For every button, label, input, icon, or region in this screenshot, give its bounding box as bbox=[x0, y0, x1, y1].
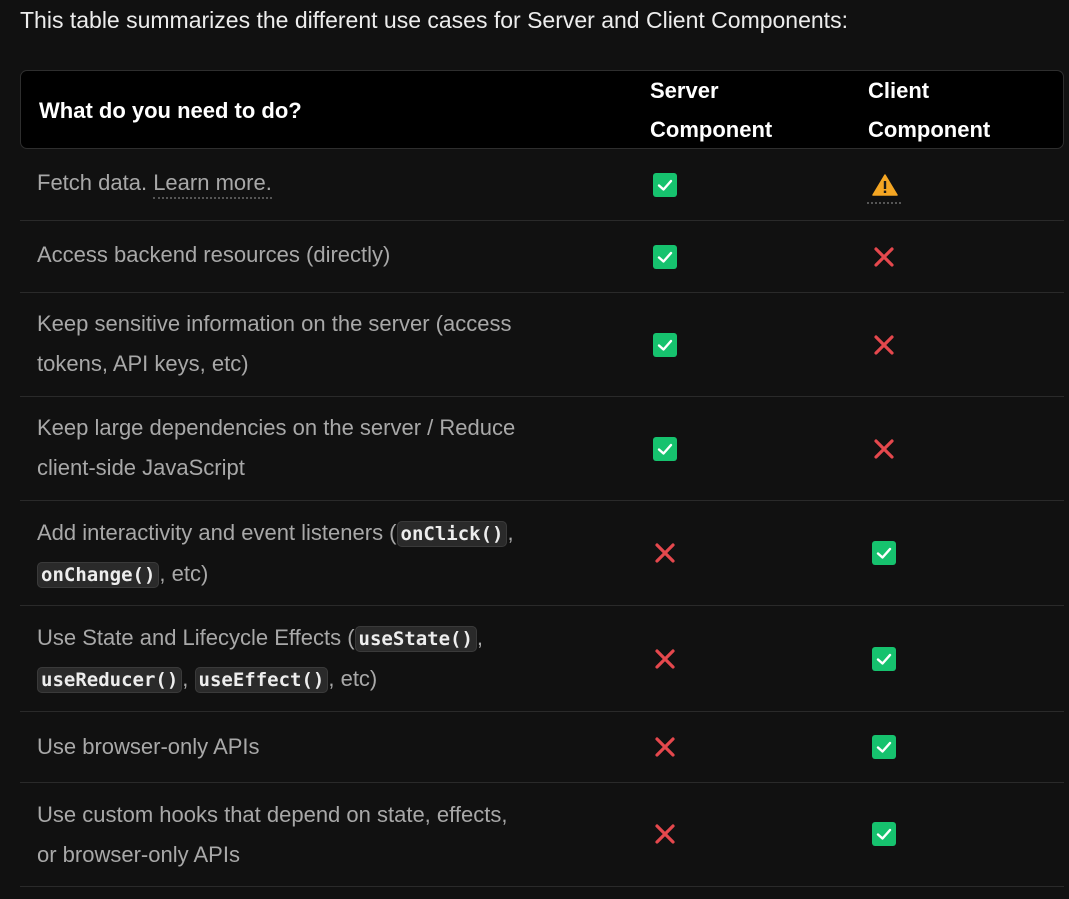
row-text: , bbox=[182, 666, 195, 691]
row-task-line1: Add interactivity and event listeners (o… bbox=[37, 513, 607, 554]
row-task-text: Fetch data. bbox=[37, 170, 154, 195]
row-task-line2: or browser-only APIs bbox=[37, 842, 240, 867]
header-client-line2: Component bbox=[868, 117, 991, 142]
code-usestate: useState() bbox=[354, 626, 477, 652]
cross-icon bbox=[653, 541, 677, 565]
row-task-line2: tokens, API keys, etc) bbox=[37, 351, 249, 376]
warning-underline bbox=[867, 202, 901, 204]
comparison-table: What do you need to do? Server Component… bbox=[20, 70, 1064, 887]
code-usereducer: useReducer() bbox=[37, 667, 183, 693]
table-row: Fetch data. Learn more. bbox=[20, 149, 1064, 221]
check-icon bbox=[653, 437, 677, 461]
header-task: What do you need to do? bbox=[39, 98, 302, 123]
table-row: Keep large dependencies on the server / … bbox=[20, 397, 1064, 501]
header-client: Client Component bbox=[868, 71, 1028, 149]
row-task-line1: Keep large dependencies on the server / … bbox=[37, 415, 516, 440]
header-server-line1: Server bbox=[650, 78, 719, 103]
header-client-line1: Client bbox=[868, 78, 930, 103]
table-row: Add interactivity and event listeners (o… bbox=[20, 501, 1064, 606]
cross-icon bbox=[653, 735, 677, 759]
row-task-line1: Use State and Lifecycle Effects (useStat… bbox=[37, 618, 607, 659]
row-text: , bbox=[507, 520, 514, 545]
row-task: Keep sensitive information on the server… bbox=[37, 304, 607, 384]
warning-icon[interactable] bbox=[867, 173, 901, 204]
row-task: Use custom hooks that depend on state, e… bbox=[37, 795, 607, 875]
row-text: , etc) bbox=[159, 561, 209, 586]
row-task: Access backend resources (directly) bbox=[37, 242, 391, 267]
code-onclick: onClick() bbox=[396, 521, 508, 547]
check-icon bbox=[653, 333, 677, 357]
row-task: Keep large dependencies on the server / … bbox=[37, 408, 607, 488]
cross-icon bbox=[872, 245, 896, 269]
intro-text: This table summarizes the different use … bbox=[20, 7, 848, 33]
code-onchange: onChange() bbox=[37, 562, 160, 588]
header-server-line2: Component bbox=[650, 117, 773, 142]
cross-icon bbox=[872, 333, 896, 357]
table-row: Use State and Lifecycle Effects (useStat… bbox=[20, 606, 1064, 712]
table-header: What do you need to do? Server Component… bbox=[20, 70, 1064, 149]
check-icon bbox=[653, 173, 677, 197]
check-icon bbox=[872, 735, 896, 759]
row-text: Use State and Lifecycle Effects ( bbox=[37, 625, 355, 650]
check-icon bbox=[872, 541, 896, 565]
row-text: , bbox=[476, 625, 484, 650]
row-text: , etc) bbox=[328, 666, 378, 691]
check-icon bbox=[872, 647, 896, 671]
row-task: Fetch data. Learn more. bbox=[37, 163, 607, 203]
row-task-line2: onChange(), etc) bbox=[37, 554, 607, 595]
row-task-line2: useReducer(), useEffect(), etc) bbox=[37, 659, 607, 700]
table-row: Keep sensitive information on the server… bbox=[20, 293, 1064, 397]
cross-icon bbox=[872, 437, 896, 461]
row-task-line1: Keep sensitive information on the server… bbox=[37, 311, 512, 336]
row-task: Add interactivity and event listeners (o… bbox=[37, 513, 607, 595]
table-row: Use custom hooks that depend on state, e… bbox=[20, 783, 1064, 887]
row-task-line2: client-side JavaScript bbox=[37, 455, 245, 480]
row-task: Use State and Lifecycle Effects (useStat… bbox=[37, 618, 607, 700]
table-row: Use browser-only APIs bbox=[20, 712, 1064, 783]
cross-icon bbox=[653, 822, 677, 846]
learn-more-link[interactable]: Learn more. bbox=[153, 170, 272, 199]
row-text: Add interactivity and event listeners ( bbox=[37, 520, 397, 545]
page: This table summarizes the different use … bbox=[0, 0, 1069, 899]
check-icon bbox=[872, 822, 896, 846]
code-useeffect: useEffect() bbox=[194, 667, 329, 693]
row-task: Use browser-only APIs bbox=[37, 734, 260, 759]
row-task-line1: Use custom hooks that depend on state, e… bbox=[37, 802, 508, 827]
header-server: Server Component bbox=[650, 71, 810, 149]
check-icon bbox=[653, 245, 677, 269]
table-row: Access backend resources (directly) bbox=[20, 221, 1064, 293]
cross-icon bbox=[653, 647, 677, 671]
